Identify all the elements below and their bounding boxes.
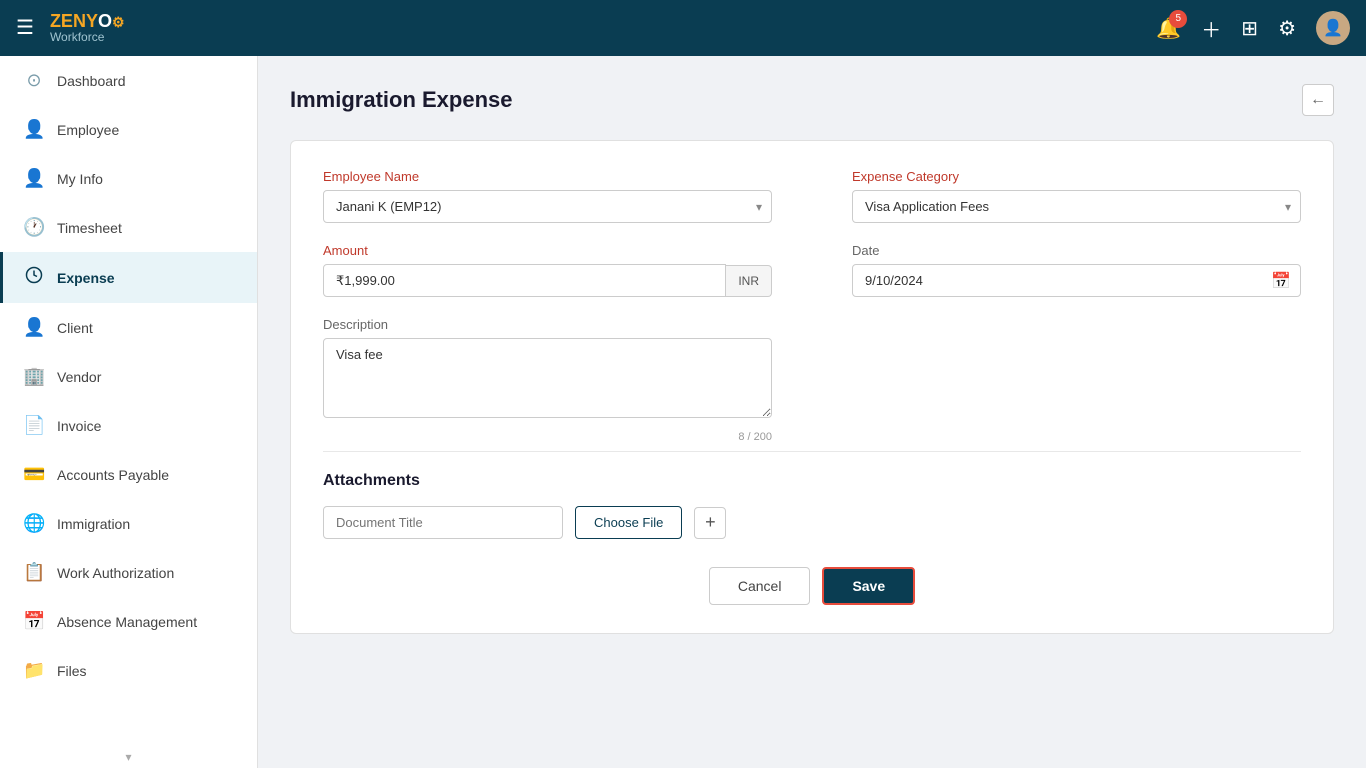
date-input[interactable] bbox=[852, 264, 1301, 297]
add-icon[interactable]: ＋ bbox=[1201, 14, 1221, 43]
sidebar-item-dashboard[interactable]: ⊙ Dashboard bbox=[0, 56, 257, 105]
description-group: Description Visa fee 8 / 200 bbox=[323, 317, 772, 443]
amount-input[interactable] bbox=[323, 264, 726, 297]
files-icon: 📁 bbox=[23, 660, 45, 681]
expense-category-group: Expense Category Visa Application Fees T… bbox=[852, 169, 1301, 223]
top-navigation: ☰ ZENYO⚙ Workforce 🔔 5 ＋ ⊞ ⚙ 👤 bbox=[0, 0, 1366, 56]
date-input-wrap: 📅 bbox=[852, 264, 1301, 297]
description-textarea[interactable]: Visa fee bbox=[323, 338, 772, 418]
expense-category-label: Expense Category bbox=[852, 169, 1301, 184]
attachment-row: Choose File + bbox=[323, 506, 1301, 539]
back-button[interactable]: ← bbox=[1302, 84, 1334, 116]
sidebar-item-label: Immigration bbox=[57, 516, 130, 532]
amount-label: Amount bbox=[323, 243, 772, 258]
vendor-icon: 🏢 bbox=[23, 366, 45, 387]
sidebar-item-invoice[interactable]: 📄 Invoice bbox=[0, 401, 257, 450]
sidebar-item-myinfo[interactable]: 👤 My Info bbox=[0, 154, 257, 203]
description-label: Description bbox=[323, 317, 772, 332]
plus-icon: + bbox=[705, 512, 716, 533]
sidebar-item-absence[interactable]: 📅 Absence Management bbox=[0, 597, 257, 646]
main-content: Immigration Expense ← Employee Name Jana… bbox=[258, 56, 1366, 768]
work-auth-icon: 📋 bbox=[23, 562, 45, 583]
action-buttons: Cancel Save bbox=[323, 567, 1301, 605]
sidebar-item-label: Vendor bbox=[57, 369, 101, 385]
invoice-icon: 📄 bbox=[23, 415, 45, 436]
hamburger-icon[interactable]: ☰ bbox=[16, 15, 34, 40]
page-title: Immigration Expense bbox=[290, 87, 513, 113]
expense-icon bbox=[23, 266, 45, 289]
expense-category-select[interactable]: Visa Application Fees Travel Accommodati… bbox=[852, 190, 1301, 223]
sidebar-item-label: My Info bbox=[57, 171, 103, 187]
accounts-payable-icon: 💳 bbox=[23, 464, 45, 485]
document-title-input[interactable] bbox=[323, 506, 563, 539]
immigration-icon: 🌐 bbox=[23, 513, 45, 534]
employee-name-group: Employee Name Janani K (EMP12) ▾ bbox=[323, 169, 772, 223]
amount-input-wrap: INR bbox=[323, 264, 772, 297]
form-divider bbox=[323, 451, 1301, 452]
sidebar-item-client[interactable]: 👤 Client bbox=[0, 303, 257, 352]
sidebar-item-employee[interactable]: 👤 Employee bbox=[0, 105, 257, 154]
form-row-2: Amount INR Date 📅 bbox=[323, 243, 1301, 297]
sidebar-item-label: Work Authorization bbox=[57, 565, 174, 581]
choose-file-button[interactable]: Choose File bbox=[575, 506, 682, 539]
form-row-1: Employee Name Janani K (EMP12) ▾ Expense… bbox=[323, 169, 1301, 223]
absence-icon: 📅 bbox=[23, 611, 45, 632]
attachments-section: Attachments Choose File + bbox=[323, 472, 1301, 539]
sidebar-item-expense[interactable]: Expense bbox=[0, 252, 257, 303]
sidebar-item-label: Invoice bbox=[57, 418, 101, 434]
sidebar-item-timesheet[interactable]: 🕐 Timesheet bbox=[0, 203, 257, 252]
notification-badge: 5 bbox=[1169, 10, 1187, 28]
client-icon: 👤 bbox=[23, 317, 45, 338]
sidebar-item-immigration[interactable]: 🌐 Immigration bbox=[0, 499, 257, 548]
form-row-3: Description Visa fee 8 / 200 bbox=[323, 317, 1301, 443]
sidebar-item-vendor[interactable]: 🏢 Vendor bbox=[0, 352, 257, 401]
dashboard-icon: ⊙ bbox=[23, 70, 45, 91]
employee-name-label: Employee Name bbox=[323, 169, 772, 184]
date-group: Date 📅 bbox=[852, 243, 1301, 297]
sidebar-item-label: Employee bbox=[57, 122, 119, 138]
currency-badge: INR bbox=[726, 265, 772, 297]
settings-icon[interactable]: ⚙ bbox=[1278, 16, 1296, 41]
sidebar-item-accounts-payable[interactable]: 💳 Accounts Payable bbox=[0, 450, 257, 499]
add-attachment-button[interactable]: + bbox=[694, 507, 726, 539]
char-count: 8 / 200 bbox=[323, 431, 772, 443]
sidebar-item-files[interactable]: 📁 Files bbox=[0, 646, 257, 695]
sidebar-item-work-authorization[interactable]: 📋 Work Authorization bbox=[0, 548, 257, 597]
sidebar-item-label: Dashboard bbox=[57, 73, 126, 89]
amount-group: Amount INR bbox=[323, 243, 772, 297]
user-avatar[interactable]: 👤 bbox=[1316, 11, 1350, 45]
logo-text: ZENYO⚙ bbox=[50, 12, 125, 32]
employee-icon: 👤 bbox=[23, 119, 45, 140]
sidebar: ⊙ Dashboard 👤 Employee 👤 My Info 🕐 Times… bbox=[0, 56, 258, 768]
sidebar-item-label: Expense bbox=[57, 270, 115, 286]
attachments-title: Attachments bbox=[323, 472, 1301, 490]
sidebar-item-label: Client bbox=[57, 320, 93, 336]
page-header: Immigration Expense ← bbox=[290, 84, 1334, 116]
myinfo-icon: 👤 bbox=[23, 168, 45, 189]
notification-bell[interactable]: 🔔 5 bbox=[1156, 16, 1181, 41]
timesheet-icon: 🕐 bbox=[23, 217, 45, 238]
expense-category-select-wrap: Visa Application Fees Travel Accommodati… bbox=[852, 190, 1301, 223]
cancel-button[interactable]: Cancel bbox=[709, 567, 811, 605]
sidebar-item-label: Accounts Payable bbox=[57, 467, 169, 483]
sidebar-item-label: Files bbox=[57, 663, 87, 679]
scroll-down-indicator: ▾ bbox=[0, 746, 257, 768]
description-textarea-wrap: Visa fee bbox=[323, 338, 772, 423]
employee-name-select[interactable]: Janani K (EMP12) bbox=[323, 190, 772, 223]
employee-name-select-wrap: Janani K (EMP12) ▾ bbox=[323, 190, 772, 223]
logo-sub: Workforce bbox=[50, 31, 125, 44]
logo: ZENYO⚙ Workforce bbox=[50, 12, 125, 45]
grid-icon[interactable]: ⊞ bbox=[1241, 16, 1258, 41]
immigration-expense-form: Employee Name Janani K (EMP12) ▾ Expense… bbox=[290, 140, 1334, 634]
date-label: Date bbox=[852, 243, 1301, 258]
save-button[interactable]: Save bbox=[822, 567, 915, 605]
sidebar-item-label: Absence Management bbox=[57, 614, 197, 630]
sidebar-item-label: Timesheet bbox=[57, 220, 122, 236]
